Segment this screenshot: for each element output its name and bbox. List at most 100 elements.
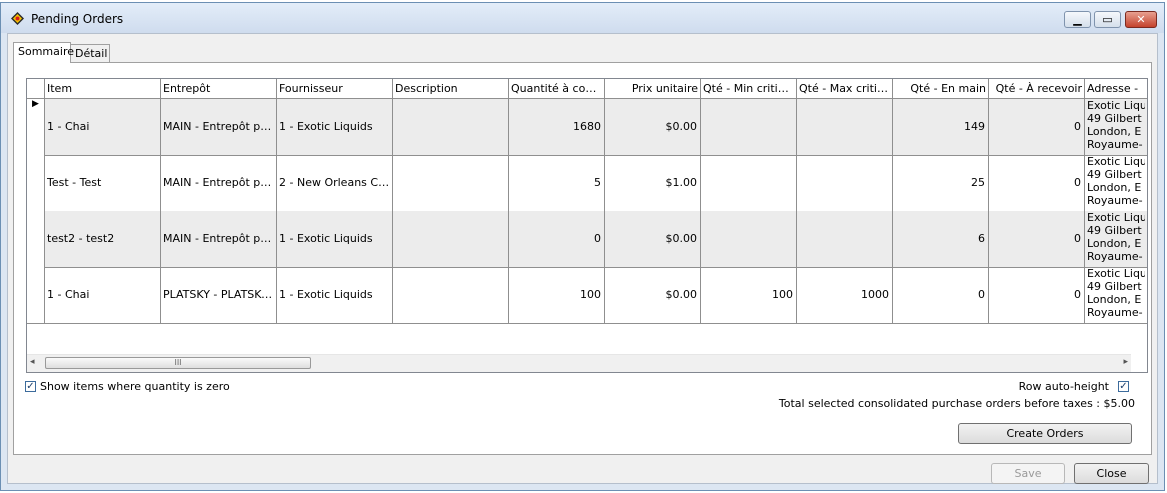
checkmark-icon: ✓ <box>1119 381 1128 392</box>
cell-max-crit[interactable] <box>797 211 893 267</box>
address-line: 49 Gilbert <box>1087 112 1142 125</box>
cell-max-crit[interactable] <box>797 155 893 211</box>
cell-address[interactable]: Exotic Liqu 49 Gilbert London, E Royaume- <box>1085 155 1147 211</box>
cell-supplier[interactable]: 1 - Exotic Liquids <box>277 211 393 267</box>
column-header-address[interactable]: Adresse - <box>1085 79 1147 98</box>
address-line: London, E <box>1087 293 1142 306</box>
scroll-right-icon[interactable]: ▸ <box>1123 357 1128 367</box>
table-row[interactable]: 1 - Chai PLATSKY - PLATSKY … 1 - Exotic Li… <box>27 267 1147 324</box>
column-header-max-critical[interactable]: Qté - Max critique <box>797 79 893 98</box>
cell-to-receive[interactable]: 0 <box>989 211 1085 267</box>
cell-item[interactable]: 1 - Chai <box>45 267 161 323</box>
cell-qty-order[interactable]: 100 <box>509 267 605 323</box>
column-header-item[interactable]: Item <box>45 79 161 98</box>
app-icon <box>11 12 24 25</box>
row-header-corner <box>27 79 45 98</box>
address-line: 49 Gilbert <box>1087 224 1142 237</box>
cell-max-crit[interactable]: 1000 <box>797 267 893 323</box>
address-line: Royaume- <box>1087 250 1143 263</box>
address-line: London, E <box>1087 125 1142 138</box>
cell-address[interactable]: Exotic Liqu 49 Gilbert London, E Royaume- <box>1085 211 1147 267</box>
cell-on-hand[interactable]: 0 <box>893 267 989 323</box>
cell-warehouse[interactable]: PLATSKY - PLATSKY … <box>161 267 277 323</box>
cell-on-hand[interactable]: 25 <box>893 155 989 211</box>
window-title: Pending Orders <box>31 12 124 26</box>
row-selector[interactable] <box>27 211 45 267</box>
column-header-unit-price[interactable]: Prix unitaire <box>605 79 701 98</box>
cell-description[interactable] <box>393 267 509 323</box>
cell-min-crit[interactable] <box>701 211 797 267</box>
cell-unit-price[interactable]: $0.00 <box>605 211 701 267</box>
column-header-on-hand[interactable]: Qté - En main <box>893 79 989 98</box>
cell-item[interactable]: test2 - test2 <box>45 211 161 267</box>
address-line: Exotic Liqu <box>1087 155 1145 168</box>
cell-description[interactable] <box>393 211 509 267</box>
address-line: Exotic Liqu <box>1087 211 1145 224</box>
cell-warehouse[interactable]: MAIN - Entrepôt prin… <box>161 211 277 267</box>
cell-min-crit[interactable]: 100 <box>701 267 797 323</box>
scroll-left-icon[interactable]: ◂ <box>30 357 35 367</box>
cell-min-crit[interactable] <box>701 155 797 211</box>
cell-unit-price[interactable]: $0.00 <box>605 267 701 323</box>
cell-min-crit[interactable] <box>701 99 797 155</box>
cell-item[interactable]: Test - Test <box>45 155 161 211</box>
cell-warehouse[interactable]: MAIN - Entrepôt prin… <box>161 99 277 155</box>
save-button[interactable]: Save <box>991 463 1065 484</box>
checkmark-icon: ✓ <box>26 381 35 392</box>
column-header-min-critical[interactable]: Qté - Min critique <box>701 79 797 98</box>
tab-sommaire[interactable]: Sommaire <box>13 42 74 63</box>
cell-to-receive[interactable]: 0 <box>989 267 1085 323</box>
title-bar[interactable]: Pending Orders ▁ ▭ ✕ <box>1 3 1164 33</box>
table-row[interactable]: Test - Test MAIN - Entrepôt prin… 2 - New … <box>27 155 1147 212</box>
tab-detail[interactable]: Détail <box>70 44 110 62</box>
column-header-description[interactable]: Description <box>393 79 509 98</box>
auto-height-checkbox[interactable]: ✓ <box>1118 381 1129 392</box>
table-row[interactable]: test2 - test2 MAIN - Entrepôt prin… 1 - Ex… <box>27 211 1147 268</box>
cell-on-hand[interactable]: 6 <box>893 211 989 267</box>
column-header-supplier[interactable]: Fournisseur <box>277 79 393 98</box>
grid-header: Item Entrepôt Fournisseur Description Qu… <box>27 79 1147 99</box>
cell-qty-order[interactable]: 5 <box>509 155 605 211</box>
cell-to-receive[interactable]: 0 <box>989 99 1085 155</box>
table-row[interactable]: ▶ 1 - Chai MAIN - Entrepôt prin… 1 - Exotic… <box>27 99 1147 156</box>
cell-unit-price[interactable]: $1.00 <box>605 155 701 211</box>
address-line: 49 Gilbert <box>1087 280 1142 293</box>
show-zero-checkbox[interactable]: ✓ <box>25 381 36 392</box>
cell-max-crit[interactable] <box>797 99 893 155</box>
row-selector[interactable] <box>27 155 45 211</box>
close-button[interactable]: Close <box>1074 463 1149 484</box>
cell-supplier[interactable]: 1 - Exotic Liquids <box>277 99 393 155</box>
cell-description[interactable] <box>393 99 509 155</box>
maximize-icon: ▭ <box>1102 13 1113 26</box>
row-selector[interactable]: ▶ <box>27 99 45 155</box>
horizontal-scrollbar[interactable]: ◂ III ▸ <box>27 354 1131 372</box>
cell-unit-price[interactable]: $0.00 <box>605 99 701 155</box>
maximize-button[interactable]: ▭ <box>1094 11 1121 28</box>
cell-warehouse[interactable]: MAIN - Entrepôt prin… <box>161 155 277 211</box>
column-header-to-receive[interactable]: Qté - À recevoir <box>989 79 1085 98</box>
minimize-button[interactable]: ▁ <box>1064 11 1091 28</box>
cell-address[interactable]: Exotic Liqu 49 Gilbert London, E Royaume- <box>1085 99 1147 155</box>
cell-supplier[interactable]: 1 - Exotic Liquids <box>277 267 393 323</box>
cell-qty-order[interactable]: 0 <box>509 211 605 267</box>
cell-item[interactable]: 1 - Chai <box>45 99 161 155</box>
cell-on-hand[interactable]: 149 <box>893 99 989 155</box>
scrollbar-thumb[interactable]: III <box>45 357 311 369</box>
cell-address[interactable]: Exotic Liqu 49 Gilbert London, E Royaume- <box>1085 267 1147 323</box>
scrollbar-grip: III <box>174 358 182 367</box>
total-text: Total selected consolidated purchase ord… <box>778 397 1135 410</box>
orders-grid[interactable]: Item Entrepôt Fournisseur Description Qu… <box>26 78 1148 373</box>
auto-height-label: Row auto-height <box>1018 380 1109 393</box>
address-line: London, E <box>1087 181 1142 194</box>
cell-description[interactable] <box>393 155 509 211</box>
column-header-qty-order[interactable]: Quantité à com… <box>509 79 605 98</box>
close-icon: ✕ <box>1136 13 1146 26</box>
cell-qty-order[interactable]: 1680 <box>509 99 605 155</box>
close-window-button[interactable]: ✕ <box>1125 11 1157 28</box>
cell-supplier[interactable]: 2 - New Orleans Caj… <box>277 155 393 211</box>
cell-to-receive[interactable]: 0 <box>989 155 1085 211</box>
create-orders-button[interactable]: Create Orders <box>958 423 1132 444</box>
column-header-warehouse[interactable]: Entrepôt <box>161 79 277 98</box>
row-selector[interactable] <box>27 267 45 323</box>
show-zero-label: Show items where quantity is zero <box>40 380 230 393</box>
